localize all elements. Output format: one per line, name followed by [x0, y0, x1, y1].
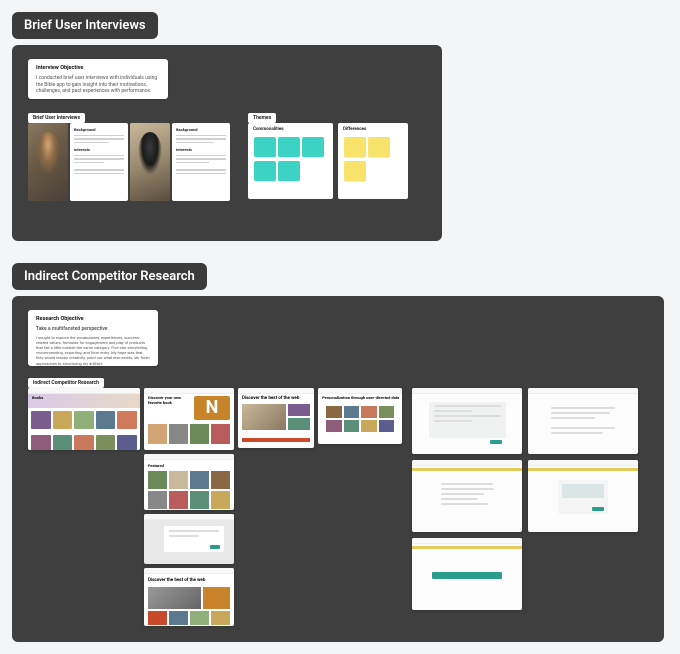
sticky-note[interactable]	[344, 137, 366, 157]
sticky-note[interactable]	[302, 137, 324, 157]
sticky-note[interactable]	[344, 161, 366, 181]
shot-title: Discover the best of the web	[144, 574, 234, 587]
competitor-screenshot[interactable]: Personalization through user-directed da…	[318, 388, 402, 444]
board-label: Commonalities	[253, 127, 284, 132]
sticky-note[interactable]	[254, 161, 276, 181]
interview-photo-2[interactable]	[130, 123, 170, 201]
competitor-screenshot[interactable]: Discover your new favorite book N	[144, 388, 234, 450]
sticky-note[interactable]	[278, 161, 300, 181]
sticky-note[interactable]	[278, 137, 300, 157]
commonalities-board[interactable]: Commonalities	[248, 123, 333, 199]
objective-note-research[interactable]: Research Objective Take a multifaceted p…	[28, 310, 158, 366]
note-title: Research Objective	[36, 316, 150, 323]
note-body: I sought to explore the vocabularies, ex…	[36, 335, 150, 366]
tab-brief-interviews[interactable]: Brief User Interviews	[28, 113, 85, 123]
interview-card[interactable]: Background Interests	[70, 123, 128, 201]
board-research[interactable]: Research Objective Take a multifaceted p…	[12, 296, 664, 642]
sticky-note[interactable]	[368, 137, 390, 157]
card-heading: Background	[176, 127, 226, 133]
logo-block: N	[194, 396, 230, 420]
board-label: Differences	[343, 127, 366, 132]
card-heading: Background	[74, 127, 124, 133]
competitor-screenshot[interactable]	[528, 388, 638, 454]
tab-themes[interactable]: Themes	[248, 113, 276, 123]
interview-card[interactable]: Background Interests	[172, 123, 230, 201]
note-body: I conducted brief user interviews with i…	[36, 75, 160, 95]
differences-board[interactable]: Differences	[338, 123, 408, 199]
tab-competitor-research[interactable]: Indirect Competitor Research	[28, 378, 104, 388]
section-title-research: Indirect Competitor Research	[12, 263, 207, 290]
progress-bar	[432, 572, 502, 579]
objective-note-interviews[interactable]: Interview Objective I conducted brief us…	[28, 59, 168, 99]
competitor-screenshot[interactable]	[412, 388, 522, 454]
note-subtitle: Take a multifaceted perspective	[36, 326, 150, 333]
shot-title: Featured	[144, 460, 234, 471]
note-title: Interview Objective	[36, 65, 160, 72]
competitor-screenshot[interactable]: Books	[28, 388, 140, 450]
competitor-screenshot[interactable]	[412, 460, 522, 532]
shot-title: Personalization through user-directed da…	[322, 395, 399, 400]
card-sub: Interests	[74, 147, 124, 153]
card-sub: Interests	[176, 147, 226, 153]
competitor-screenshot[interactable]: Featured	[144, 454, 234, 510]
interview-photo-1[interactable]	[28, 123, 68, 201]
form-button	[592, 507, 604, 511]
shot-title: Discover your new favorite book	[148, 396, 194, 406]
competitor-screenshot[interactable]: Discover the best of the web	[144, 568, 234, 626]
sticky-note[interactable]	[254, 137, 276, 157]
section-title-interviews: Brief User Interviews	[12, 12, 158, 39]
competitor-screenshot[interactable]: Discover the best of the web	[238, 388, 314, 448]
form-button	[210, 545, 220, 549]
shot-title: Discover the best of the web	[242, 396, 299, 401]
competitor-screenshot[interactable]	[528, 460, 638, 532]
competitor-screenshot[interactable]	[144, 514, 234, 564]
shot-title: Books	[32, 395, 43, 400]
form-button	[490, 440, 502, 444]
board-interviews[interactable]: Interview Objective I conducted brief us…	[12, 45, 442, 241]
competitor-screenshot[interactable]	[412, 538, 522, 610]
